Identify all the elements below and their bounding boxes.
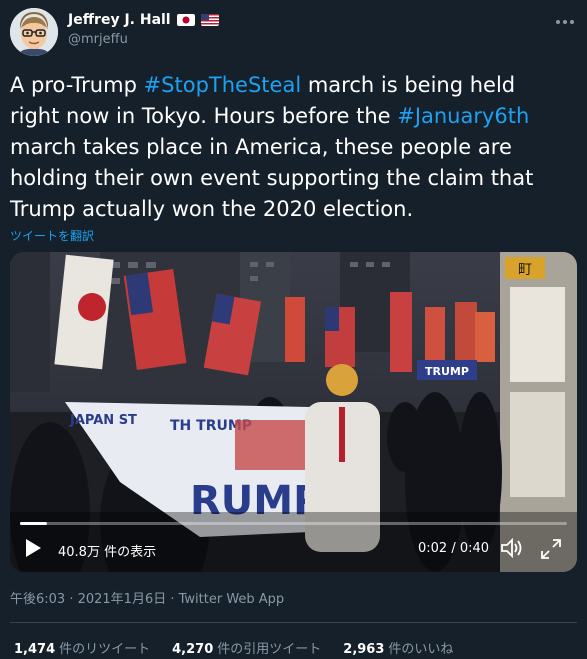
stat-label: 件のいいね [388,642,454,657]
hashtag-link-january6th[interactable]: #January6th [397,104,529,128]
video-player[interactable]: 町 JAPAN ST TH TRUMP RUMP TRUMP 40.8万 件の表… [10,252,577,572]
japan-flag-icon [176,14,195,26]
tweet-segment: A pro-Trump [10,73,144,97]
tweet-segment: march takes place in America, these peop… [10,135,534,221]
author-handle[interactable]: @mrjeffu [68,32,219,47]
stat-label: 件のリツイート [59,642,151,657]
stat-value: 4,270 [172,642,214,657]
video-time: 0:02 / 0:40 [418,541,490,556]
divider [10,622,577,623]
hashtag-link-stopthesteal[interactable]: #StopTheSteal [144,73,302,97]
avatar-illustration [10,8,58,56]
us-flag-icon [200,14,219,26]
quote-tweet-count[interactable]: 4,270 件の引用ツイート [172,638,321,657]
stat-value: 1,474 [14,642,56,657]
stat-value: 2,963 [343,642,385,657]
tweet-text: A pro-Trump #StopTheSteal march is being… [10,70,570,225]
avatar[interactable] [10,8,58,56]
station-sign-text: 町 [518,262,532,278]
view-count: 40.8万 件の表示 [58,545,157,560]
tweet-header: Jeffrey J. Hall @mrjeffu [10,8,577,56]
ellipsis-icon[interactable] [555,10,575,29]
banner-left-text: JAPAN ST [69,413,137,428]
author-names: Jeffrey J. Hall @mrjeffu [68,12,219,47]
translate-tweet-link[interactable]: ツイートを翻訳 [10,227,94,244]
engagement-stats: 1,474 件のリツイート 4,270 件の引用ツイート 2,963 件のいいね [14,638,453,657]
author-display-name[interactable]: Jeffrey J. Hall [68,12,219,28]
video-progress-fill [20,522,48,525]
sign-small-text: TRUMP [425,365,469,378]
stat-label: 件の引用ツイート [217,642,322,657]
display-name-text: Jeffrey J. Hall [68,12,171,28]
retweet-count[interactable]: 1,474 件のリツイート [14,638,150,657]
tweet-timestamp[interactable]: 午後6:03 · 2021年1月6日 · Twitter Web App [10,588,284,607]
like-count[interactable]: 2,963 件のいいね [343,638,453,657]
video-progress-bar[interactable] [20,522,567,525]
video-controls: 40.8万 件の表示 0:02 / 0:40 [10,534,577,564]
